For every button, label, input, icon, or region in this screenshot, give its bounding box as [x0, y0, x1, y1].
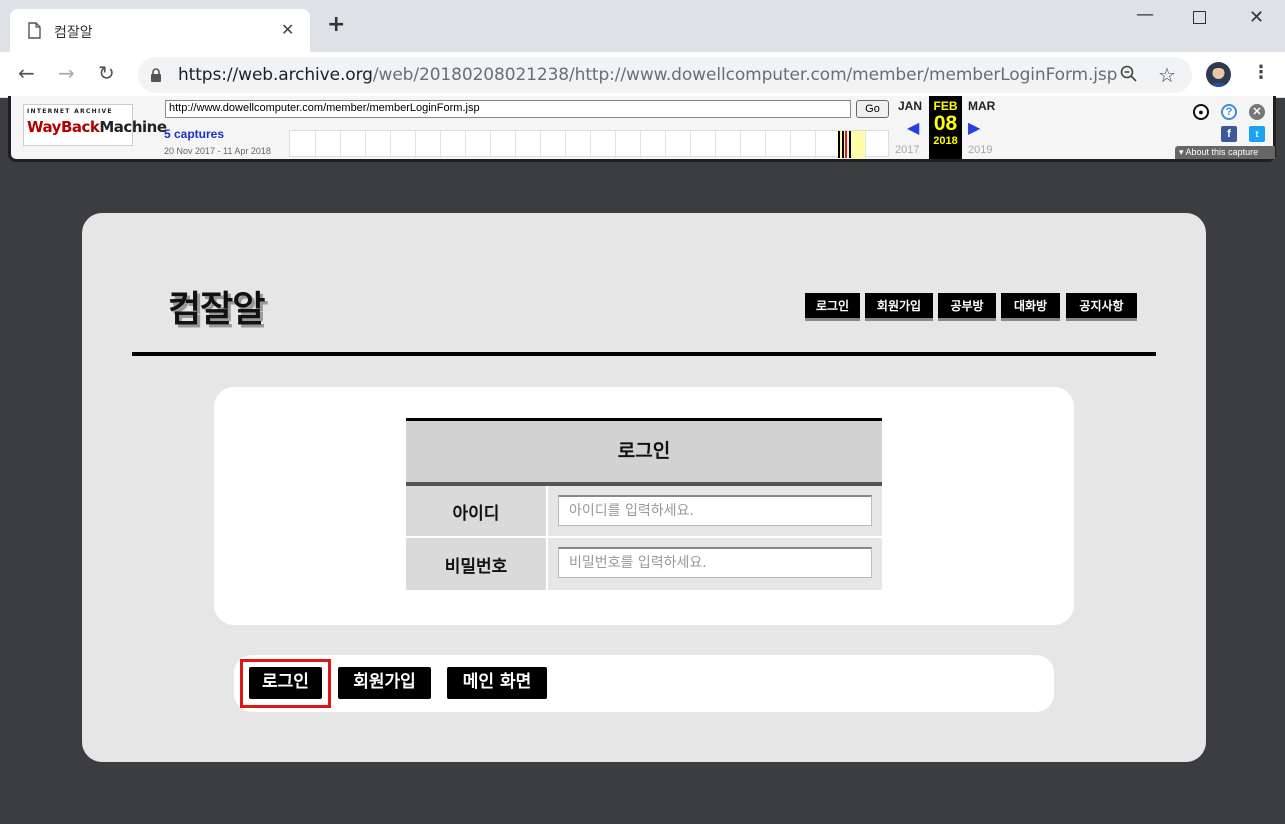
wayback-next-month[interactable]: MAR [968, 99, 995, 113]
tab-title: 컴잘알 [54, 25, 93, 41]
user-icon[interactable]: ● [1193, 104, 1209, 120]
wayback-prev-month[interactable]: JAN [898, 99, 922, 113]
avatar-icon [1209, 67, 1228, 87]
browser-toolbar: ← → ↻ https://web.archive.org/web/201802… [0, 52, 1285, 98]
sparkline-capture-bar [838, 131, 840, 158]
login-panel: 로그인 아이디 비밀번호 [214, 387, 1074, 625]
signup-button[interactable]: 회원가입 [338, 667, 431, 699]
main-card: 컴잘알 로그인 회원가입 공부방 대화방 공지사항 로그인 아이디 비밀번호 로… [82, 213, 1206, 762]
password-row: 비밀번호 [406, 538, 882, 590]
wayback-prev-year[interactable]: 2017 [895, 144, 919, 156]
wayback-sparkline[interactable] [289, 130, 889, 158]
wayback-captures-link[interactable]: 5 captures [164, 127, 224, 141]
password-input[interactable] [558, 547, 872, 578]
next-capture-icon[interactable]: ▶ [968, 118, 980, 137]
maximize-icon[interactable] [1193, 11, 1206, 24]
wayback-logo-top: INTERNET ARCHIVE [27, 108, 113, 115]
prev-capture-icon[interactable]: ◀ [907, 118, 919, 137]
close-window-icon[interactable]: ✕ [1249, 7, 1264, 28]
address-url: https://web.archive.org/web/201802080212… [178, 65, 1117, 85]
wayback-capture-range: 20 Nov 2017 - 11 Apr 2018 [164, 146, 271, 156]
zoom-icon[interactable] [1120, 65, 1138, 83]
reload-icon[interactable]: ↻ [98, 63, 115, 83]
back-icon[interactable]: ← [18, 63, 35, 83]
minimize-icon[interactable]: — [1136, 4, 1154, 25]
nav-chat[interactable]: 대화방 [1001, 293, 1060, 321]
profile-avatar[interactable] [1206, 62, 1231, 87]
sparkline-capture-bar [849, 131, 851, 158]
twitter-icon[interactable]: t [1249, 126, 1265, 142]
wayback-logo-left: WayBack [27, 118, 100, 136]
id-input[interactable] [558, 495, 872, 526]
wayback-logo-text: WayBackMachine [27, 118, 167, 136]
new-tab-icon[interactable]: + [327, 14, 345, 36]
wayback-next-year[interactable]: 2019 [968, 144, 992, 156]
id-row: 아이디 [406, 486, 882, 538]
site-logo[interactable]: 컴잘알 [168, 280, 265, 332]
main-page-button[interactable]: 메인 화면 [447, 667, 547, 699]
about-capture-button[interactable]: ▾ About this capture [1175, 146, 1275, 159]
wayback-cur-day: 08 [933, 112, 958, 135]
sparkline-capture-bar [842, 131, 844, 158]
about-capture-label: About this capture [1185, 147, 1259, 157]
document-icon [28, 22, 41, 39]
forward-icon[interactable]: → [58, 63, 75, 83]
browser-tab-bar: 컴잘알 ✕ + — ✕ [0, 0, 1285, 52]
login-button[interactable]: 로그인 [249, 667, 322, 699]
close-toolbar-icon[interactable]: ✕ [1249, 104, 1265, 120]
login-form: 로그인 아이디 비밀번호 [406, 418, 882, 590]
wayback-url-input[interactable]: http://www.dowellcomputer.com/member/mem… [165, 100, 851, 118]
login-form-title: 로그인 [406, 418, 882, 486]
lock-icon [151, 68, 161, 82]
nav-login[interactable]: 로그인 [805, 293, 860, 321]
wayback-current-date: FEB 08 2018 [929, 96, 962, 159]
header-divider [132, 352, 1156, 356]
wayback-toolbar: INTERNET ARCHIVE WayBackMachine http://w… [8, 96, 1276, 162]
nav-study[interactable]: 공부방 [938, 293, 996, 321]
wayback-logo[interactable]: INTERNET ARCHIVE WayBackMachine [23, 104, 167, 146]
sparkline-capture-bar [845, 131, 847, 158]
wayback-cur-year: 2018 [933, 135, 958, 147]
password-cell [546, 538, 882, 590]
bookmark-star-icon[interactable]: ☆ [1158, 63, 1176, 87]
id-cell [546, 486, 882, 536]
action-bar: 로그인 회원가입 메인 화면 [234, 655, 1054, 712]
id-label: 아이디 [406, 486, 546, 536]
browser-tab[interactable]: 컴잘알 ✕ [10, 9, 310, 52]
nav-signup[interactable]: 회원가입 [865, 293, 933, 321]
address-bar[interactable]: https://web.archive.org/web/201802080212… [138, 57, 1192, 93]
close-tab-icon[interactable]: ✕ [281, 20, 294, 39]
wayback-logo-right: Machine [99, 118, 167, 136]
browser-menu-icon[interactable]: ⋮ [1252, 64, 1270, 82]
url-path: /web/20180208021238/http://www.dowellcom… [372, 65, 1118, 85]
wayback-cur-month: FEB [933, 99, 958, 113]
help-icon[interactable]: ? [1221, 104, 1237, 120]
password-label: 비밀번호 [406, 538, 546, 590]
url-host: https://web.archive.org [178, 65, 373, 85]
wayback-go-button[interactable]: Go [856, 100, 889, 118]
nav-notice[interactable]: 공지사항 [1066, 293, 1137, 321]
facebook-icon[interactable]: f [1221, 126, 1237, 142]
